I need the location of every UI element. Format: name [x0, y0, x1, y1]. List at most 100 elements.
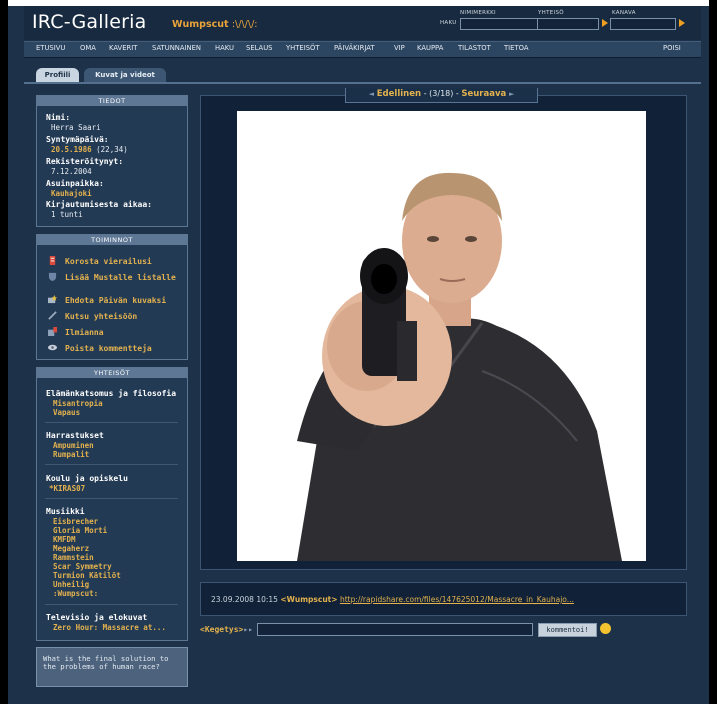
previous-photo-link[interactable]: Edellinen [377, 89, 421, 99]
blacklist-link[interactable]: Lisää Mustalle listalle [48, 272, 176, 282]
reply-username[interactable]: <Kegetys>▸▸ [200, 625, 253, 634]
comment-entry: 23.09.2008 10:15 <Wumpscut> http://rapid… [211, 595, 574, 604]
nav-logout[interactable]: POISI [663, 44, 681, 52]
comment-author[interactable]: <Wumpscut> [280, 595, 337, 604]
group-divider [45, 464, 178, 465]
group-divider [45, 498, 178, 499]
photo-image [237, 111, 646, 561]
group-title-music: Musiikki [46, 507, 85, 516]
nav-selaus[interactable]: SELAUS [246, 44, 273, 52]
communities-panel: YHTEISÖT Elämänkatsomus ja filosofia Mis… [36, 367, 188, 641]
comment-submit-button[interactable]: kommentoi! [538, 623, 597, 637]
community-link[interactable]: Vapaus [53, 408, 80, 417]
nav-oma[interactable]: OMA [80, 44, 96, 52]
community-link[interactable]: Ampuminen [53, 441, 94, 450]
nav-kaverit[interactable]: KAVERIT [109, 44, 137, 52]
login-value: 1 tunti [51, 210, 83, 219]
nav-satunnainen[interactable]: SATUNNAINEN [152, 44, 201, 52]
next-photo-link[interactable]: Seuraava [461, 89, 506, 99]
nav-tilastot[interactable]: TILASTOT [458, 44, 491, 52]
location-value[interactable]: Kauhajoki [51, 189, 92, 198]
tab-profiili[interactable]: Profiili [36, 68, 79, 82]
actions-panel-title: TOIMINNOT [37, 235, 187, 245]
login-label: Kirjautumisesta aikaa: [46, 200, 152, 209]
group-title-school: Koulu ja opiskelu [46, 474, 128, 483]
next-arrow-icon[interactable]: ► [509, 90, 514, 98]
community-link[interactable]: Turmion Kätilöt [53, 571, 121, 580]
community-link[interactable]: Unheilig [53, 580, 89, 589]
comment-link[interactable]: http://rapidshare.com/files/147625012/Ma… [340, 595, 574, 604]
pen-icon [48, 311, 57, 320]
registered-value: 7.12.2004 [51, 167, 92, 176]
username-decoration: :\/\/\/: [231, 19, 258, 30]
site-logo[interactable]: IRC-Galleria [32, 11, 146, 33]
nav-kauppa[interactable]: KAUPPA [417, 44, 443, 52]
community-link[interactable]: Eisbrecher [53, 517, 98, 526]
community-link[interactable]: Scar Symmetry [53, 562, 112, 571]
search-community-label: YHTEISÖ [538, 10, 564, 16]
nav-yhteisot[interactable]: YHTEISÖT [286, 44, 320, 52]
smiley-icon[interactable] [600, 623, 611, 634]
bookmark-icon [49, 256, 56, 265]
nav-vip[interactable]: VIP [394, 44, 405, 52]
community-link[interactable]: Rumpalit [53, 450, 89, 459]
name-label: Nimi: [46, 113, 71, 122]
search-label: HAKU [440, 20, 457, 26]
group-divider [45, 422, 178, 423]
eye-icon [48, 344, 57, 351]
group-title-hobbies: Harrastukset [46, 431, 104, 440]
comment-panel: 23.09.2008 10:15 <Wumpscut> http://rapid… [200, 582, 687, 616]
report-link[interactable]: Ilmianna [48, 327, 104, 337]
site-header: IRC-Galleria Wumpscut :\/\/\/: HAKU NIMI… [24, 6, 701, 40]
highlight-visit-link[interactable]: Korosta vierailusi [48, 256, 152, 266]
search-nick-label: NIMIMERKKI [460, 10, 496, 16]
search-community-input[interactable] [537, 18, 599, 30]
search-community-go-icon[interactable] [602, 19, 608, 27]
community-link[interactable]: :Wumpscut: [53, 589, 98, 598]
tab-underline [24, 82, 701, 84]
communities-panel-title: YHTEISÖT [37, 368, 187, 378]
group-divider [45, 604, 178, 605]
community-link[interactable]: KMFDM [53, 535, 76, 544]
header-username: Wumpscut :\/\/\/: [172, 19, 258, 30]
nav-tietoa[interactable]: TIETOA [504, 44, 528, 52]
community-link[interactable]: *KIRAS07 [49, 484, 85, 493]
community-link[interactable]: Rammstein [53, 553, 94, 562]
group-title-philosophy: Elämänkatsomus ja filosofia [46, 389, 177, 398]
search-channel-input[interactable] [610, 18, 676, 30]
community-link[interactable]: Megaherz [53, 544, 89, 553]
star-photo-icon [48, 295, 57, 304]
shield-icon [48, 272, 57, 281]
tab-kuvat-ja-videot[interactable]: Kuvat ja videot [84, 68, 166, 82]
comment-timestamp: 23.09.2008 10:15 [211, 595, 278, 604]
profile-quote-box: What is the final solution to the proble… [36, 647, 188, 687]
info-panel: TIEDOT Nimi: Herra Saari Syntymäpäivä: 2… [36, 95, 188, 227]
name-value: Herra Saari [51, 123, 101, 132]
invite-to-community-link[interactable]: Kutsu yhteisöön [48, 311, 137, 321]
suggest-photo-of-day-link[interactable]: Ehdota Päivän kuvaksi [48, 295, 166, 305]
group-title-tv-movies: Televisio ja elokuvat [46, 613, 148, 622]
community-link[interactable]: Zero Hour: Massacre at... [53, 623, 166, 632]
birthday-label: Syntymäpäivä: [46, 135, 109, 144]
nav-haku[interactable]: HAKU [215, 44, 234, 52]
community-link[interactable]: Misantropia [53, 399, 103, 408]
nav-etusivu[interactable]: ETUSIVU [36, 44, 65, 52]
birthday-value[interactable]: 20.5.1986 (22,34) [51, 145, 128, 154]
profile-quote: What is the final solution to the proble… [43, 654, 169, 672]
info-panel-title: TIEDOT [37, 96, 187, 106]
flag-icon [48, 327, 57, 336]
photo-navigation: ◄ Edellinen - (3/18) - Seuraava ► [345, 88, 538, 103]
community-link[interactable]: Gloria Morti [53, 526, 107, 535]
comment-form: <Kegetys>▸▸ kommentoi! [200, 623, 685, 637]
actions-panel: TOIMINNOT Korosta vierailusi Lisää Musta… [36, 234, 188, 360]
search-channel-label: KANAVA [612, 10, 636, 16]
profile-photo[interactable] [237, 111, 646, 561]
comment-input[interactable] [257, 623, 533, 636]
prev-arrow-icon[interactable]: ◄ [369, 90, 374, 98]
delete-comments-link[interactable]: Poista kommentteja [48, 343, 152, 353]
location-label: Asuinpaikka: [46, 179, 104, 188]
nav-paivakirjat[interactable]: PÄIVÄKIRJAT [334, 44, 375, 52]
search-channel-go-icon[interactable] [679, 19, 685, 27]
age-value: (22,34) [96, 145, 128, 154]
registered-label: Rekisteröitynyt: [46, 157, 124, 166]
